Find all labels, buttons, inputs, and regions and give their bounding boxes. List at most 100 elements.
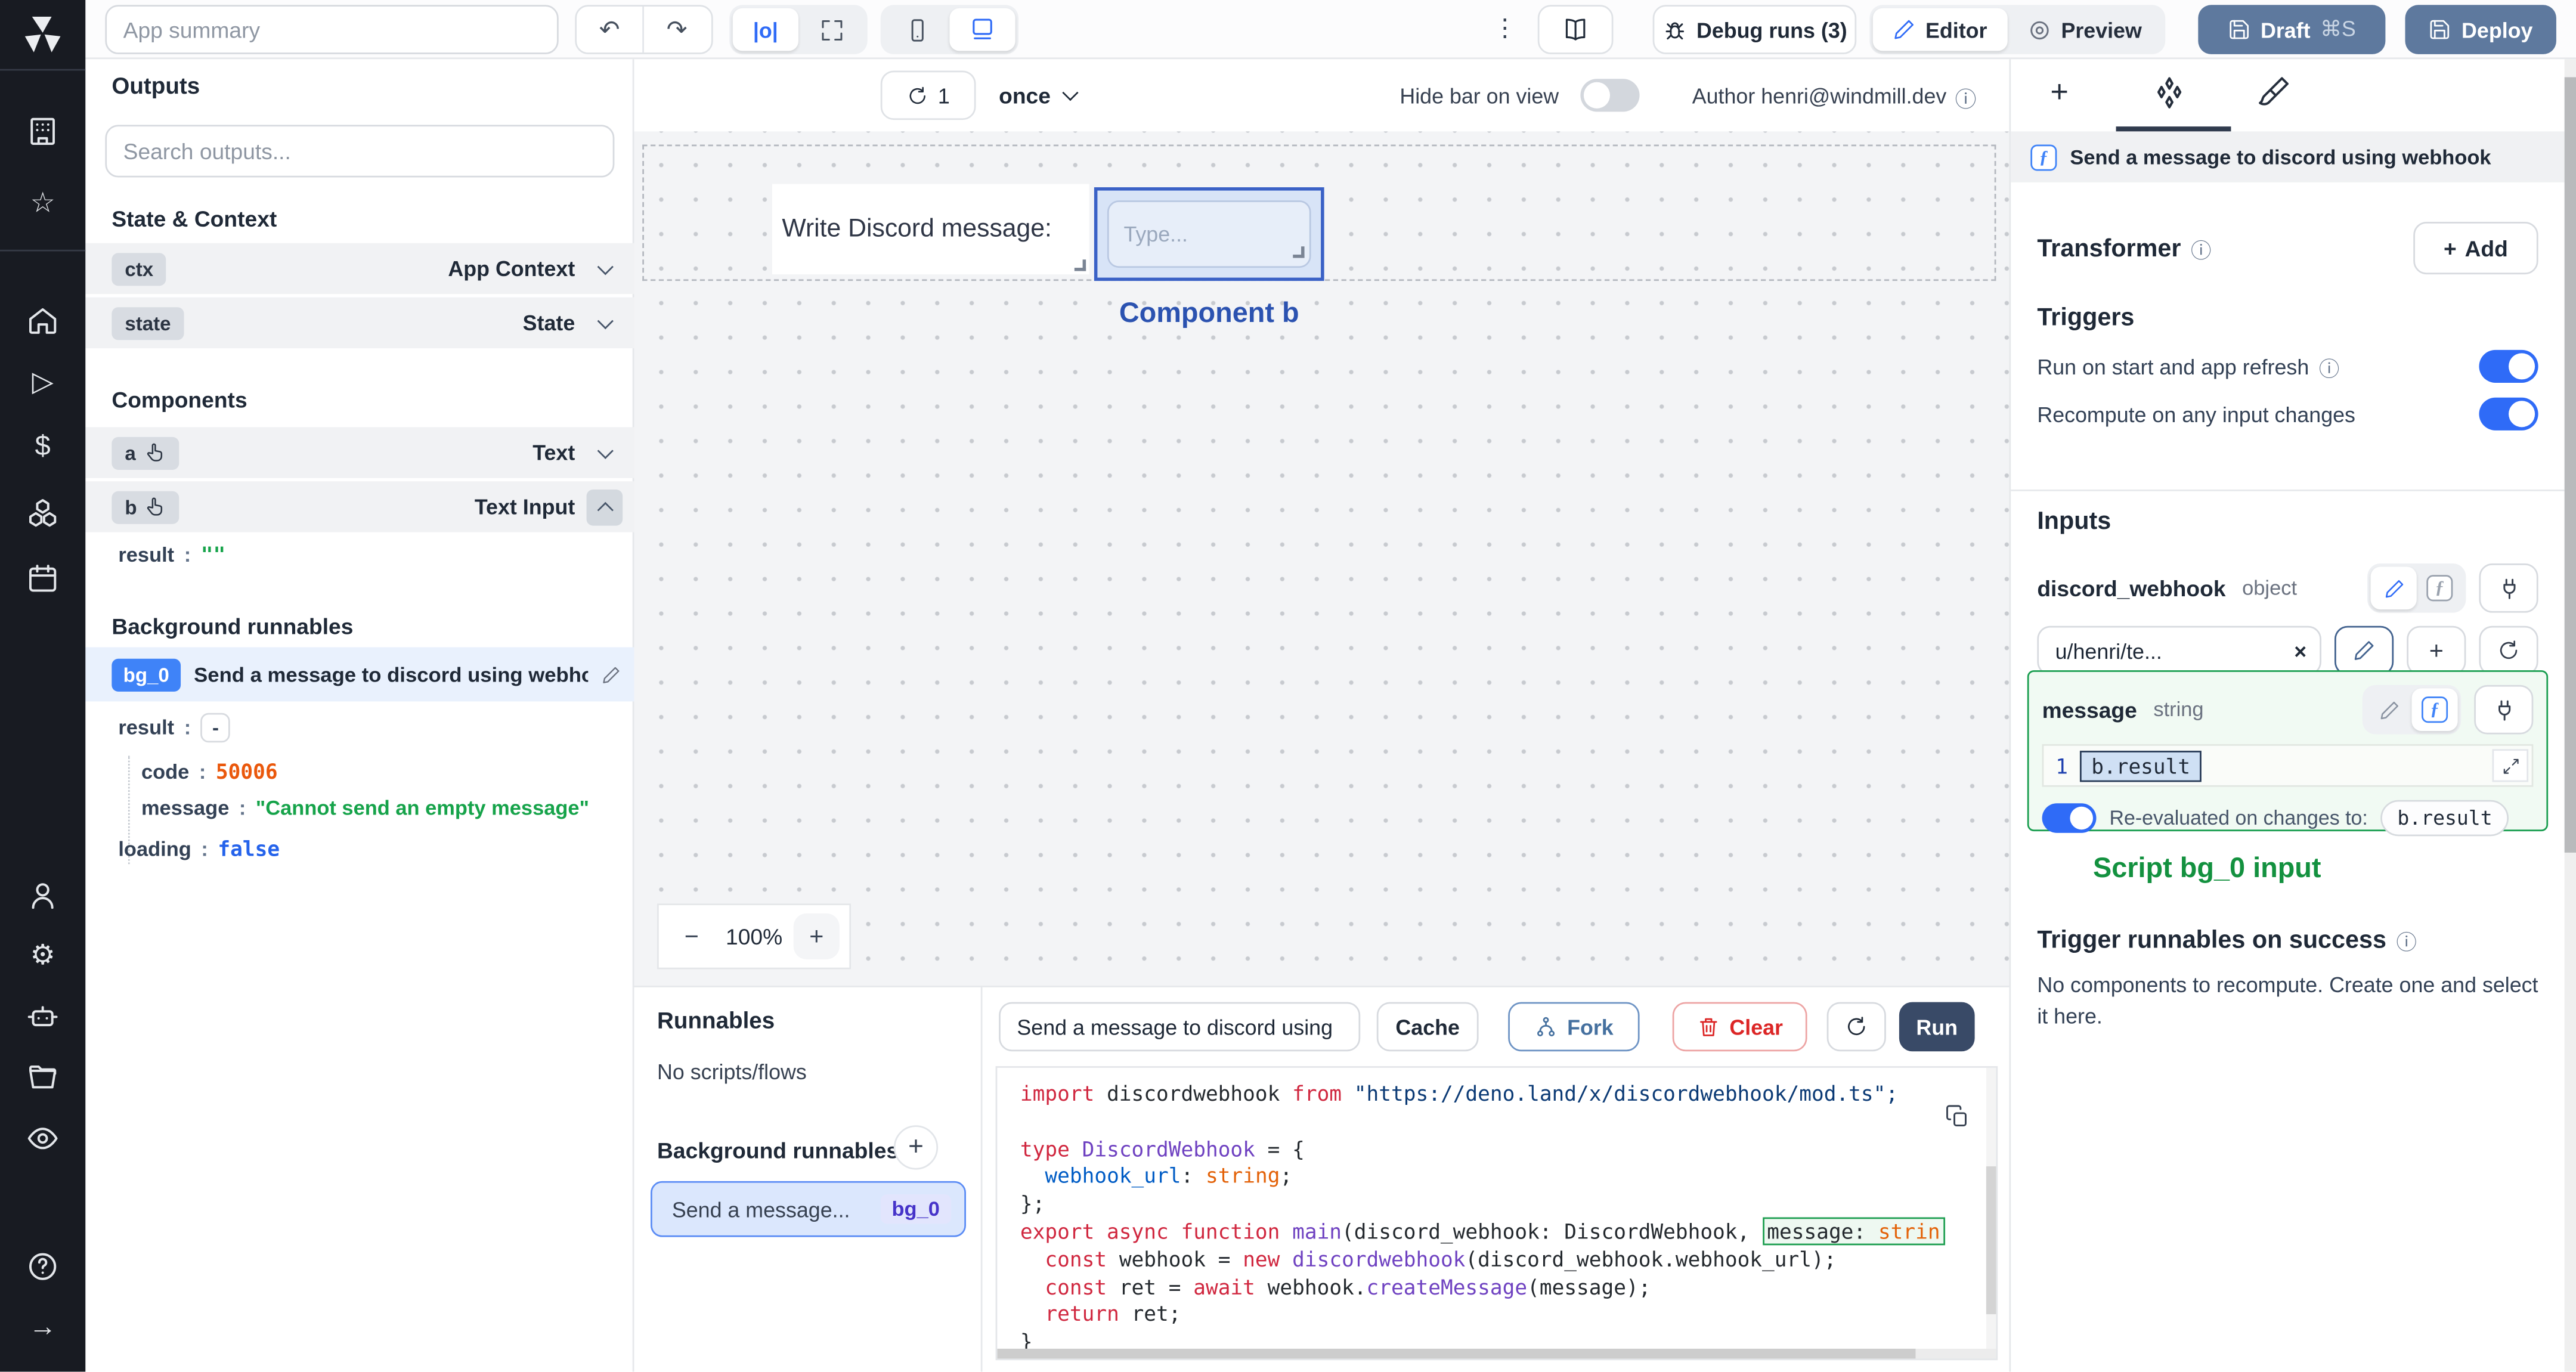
output-row-state[interactable]: state State: [85, 297, 634, 349]
fullscreen-expand-icon[interactable]: [798, 8, 864, 51]
clear-button[interactable]: Clear: [1672, 1002, 1807, 1052]
desktop-view-icon[interactable]: [949, 8, 1015, 51]
connect-plug-icon[interactable]: [2474, 685, 2534, 735]
collapse-arrow-icon[interactable]: →: [24, 1309, 61, 1346]
windmill-logo-icon[interactable]: [21, 13, 64, 56]
runnable-item-name: Send a message...: [671, 1197, 850, 1222]
cache-button[interactable]: Cache: [1376, 1002, 1479, 1052]
edit-resource-pencil-icon[interactable]: [2334, 625, 2394, 676]
component-row-b[interactable]: b Text Input: [85, 481, 634, 532]
app-canvas-grid[interactable]: Write Discord message: Component b: [634, 131, 2010, 986]
info-icon[interactable]: ⓘ: [1955, 82, 1977, 113]
undo-icon[interactable]: ↶: [577, 7, 642, 52]
expand-editor-icon[interactable]: [2492, 749, 2529, 782]
favorites-star-icon[interactable]: ☆: [24, 185, 61, 222]
run-mode-select[interactable]: once: [999, 70, 1078, 120]
output-row-ctx[interactable]: ctx App Context: [85, 243, 634, 295]
message-type: string: [2153, 698, 2204, 721]
add-runnable-button[interactable]: +: [893, 1125, 939, 1170]
refresh-resource-icon[interactable]: [2479, 625, 2538, 676]
connect-plug-icon[interactable]: [2479, 563, 2538, 613]
tab-components-icon[interactable]: [2152, 76, 2187, 119]
hide-bar-label: Hide bar on view: [1400, 83, 1559, 109]
expression-value[interactable]: b.result: [2079, 750, 2202, 782]
chevron-down-icon[interactable]: [596, 442, 613, 459]
folders-icon[interactable]: [24, 1060, 61, 1096]
search-outputs-input[interactable]: [105, 125, 615, 178]
edit-pencil-icon[interactable]: [601, 664, 621, 684]
zoom-in-button[interactable]: +: [793, 913, 840, 959]
docs-book-button[interactable]: [1537, 5, 1614, 54]
home-icon[interactable]: [24, 302, 61, 339]
copy-code-icon[interactable]: [1945, 1104, 1970, 1136]
text-component-a[interactable]: Write Discord message:: [772, 184, 1089, 275]
component-row-a[interactable]: a Text: [85, 427, 634, 478]
workspace-icon[interactable]: [24, 113, 61, 150]
page-scrollbar[interactable]: [2564, 59, 2576, 1372]
info-icon[interactable]: ⓘ: [2191, 233, 2211, 264]
more-menu-kebab-icon[interactable]: ⋮: [1492, 13, 1518, 43]
resources-cubes-icon[interactable]: [24, 494, 61, 531]
bg0-badge: bg_0: [112, 658, 181, 691]
deploy-button[interactable]: Deploy: [2405, 5, 2556, 54]
recompute-toggle[interactable]: [2479, 397, 2538, 431]
code-horizontal-scrollbar[interactable]: [997, 1348, 1996, 1359]
help-icon[interactable]: [24, 1249, 61, 1285]
triggers-title-row: Triggers: [2037, 303, 2135, 332]
runs-play-icon[interactable]: ▷: [24, 365, 61, 401]
reeval-toggle[interactable]: [2042, 803, 2097, 833]
info-icon[interactable]: ⓘ: [2319, 351, 2339, 382]
tab-styling-brush-icon[interactable]: [2258, 76, 2290, 117]
zoom-out-button[interactable]: −: [668, 913, 714, 959]
static-pencil-icon[interactable]: [2370, 566, 2417, 610]
code-editor[interactable]: import discordwebhook from "https://deno…: [995, 1066, 1998, 1361]
eval-fn-icon[interactable]: ƒ: [2417, 567, 2463, 610]
bg-result-row[interactable]: result: -: [118, 713, 231, 743]
clear-x-icon[interactable]: ×: [2294, 638, 2306, 662]
refresh-count-button[interactable]: 1: [880, 70, 976, 120]
runnable-item-bg0[interactable]: Send a message... bg_0: [651, 1181, 966, 1237]
run-button[interactable]: Run: [1899, 1002, 1975, 1052]
audit-eye-icon[interactable]: [24, 1120, 61, 1157]
workers-robot-icon[interactable]: [24, 999, 61, 1035]
code-vertical-scrollbar[interactable]: [1986, 1067, 1996, 1359]
reeval-target-pill[interactable]: b.result: [2380, 800, 2509, 837]
collapse-box[interactable]: -: [200, 713, 231, 743]
hide-bar-toggle[interactable]: [1580, 79, 1640, 112]
message-expression-editor[interactable]: 1 b.result: [2042, 744, 2534, 787]
eval-fn-icon[interactable]: ƒ: [2411, 688, 2458, 732]
tab-insert-plus-icon[interactable]: +: [2050, 76, 2069, 112]
script-name-field[interactable]: Send a message to discord using: [999, 1002, 1361, 1052]
collapse-chevron-up-icon[interactable]: [586, 488, 623, 525]
text-input-component[interactable]: [1107, 200, 1311, 268]
resize-handle[interactable]: [1293, 246, 1305, 258]
user-icon[interactable]: [24, 877, 61, 913]
tab-preview[interactable]: Preview: [2007, 8, 2162, 51]
redo-icon[interactable]: ↷: [644, 7, 710, 52]
debug-runs-button[interactable]: Debug runs (3): [1652, 5, 1857, 54]
b-result-row[interactable]: result: "": [118, 542, 225, 566]
selected-component-b[interactable]: [1094, 187, 1324, 281]
run-on-start-toggle[interactable]: [2479, 349, 2538, 383]
info-icon[interactable]: ⓘ: [2397, 925, 2417, 956]
static-pencil-icon[interactable]: [2366, 688, 2411, 731]
align-components-icon[interactable]: |o|: [732, 8, 798, 51]
mobile-view-icon[interactable]: [884, 8, 949, 51]
canvas-zoom-control: − 100% +: [657, 903, 852, 970]
bg-runnable-row[interactable]: bg_0 Send a message to discord using web…: [85, 647, 634, 702]
refresh-script-button[interactable]: [1826, 1002, 1886, 1052]
app-summary-input[interactable]: [105, 5, 559, 54]
add-resource-plus-icon[interactable]: +: [2407, 625, 2466, 676]
fork-button[interactable]: Fork: [1508, 1002, 1640, 1052]
draft-button[interactable]: Draft ⌘S: [2198, 5, 2386, 54]
settings-gear-icon[interactable]: ⚙: [24, 938, 61, 974]
add-transformer-button[interactable]: + Add: [2413, 221, 2538, 275]
tab-editor[interactable]: Editor: [1872, 8, 2007, 51]
chevron-down-icon[interactable]: [596, 312, 613, 329]
schedules-calendar-icon[interactable]: [24, 560, 61, 596]
scrollbar-thumb[interactable]: [2564, 77, 2576, 853]
resource-picker[interactable]: u/henri/te... ×: [2037, 625, 2321, 676]
chevron-down-icon[interactable]: [596, 258, 613, 274]
variables-dollar-icon[interactable]: $: [24, 429, 61, 465]
resize-handle[interactable]: [1074, 259, 1086, 271]
